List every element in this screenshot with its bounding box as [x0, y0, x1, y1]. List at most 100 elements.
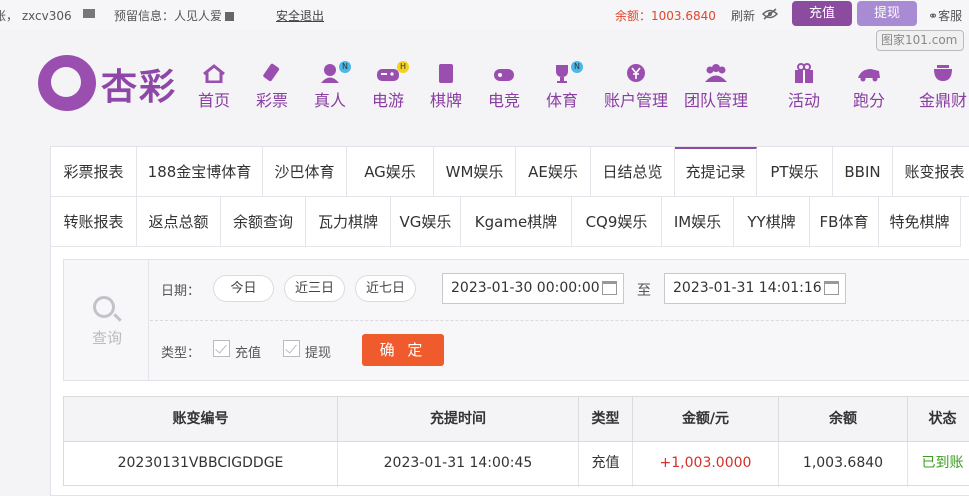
start-date-input[interactable]: 2023-01-30 00:00:00 — [442, 273, 624, 304]
withdraw-checkbox[interactable] — [283, 340, 300, 357]
tab-2-10[interactable]: 特免棋牌 — [879, 197, 961, 247]
end-date-input[interactable]: 2023-01-31 14:01:16 — [664, 273, 846, 304]
nav-label: 跑分 — [852, 91, 885, 110]
tab-2-5[interactable]: Kgame棋牌 — [461, 197, 572, 247]
query-form: 查询 日期： 今日 近三日 近七日 2023-01-30 00:00:00 至 … — [63, 259, 969, 381]
table-cell-balance: 1,003.6840 — [779, 442, 908, 487]
logo-emblem[interactable] — [38, 55, 96, 111]
esports-icon — [494, 69, 514, 81]
nav-label: 棋牌 — [429, 91, 462, 110]
tab-1-9[interactable]: BBIN — [833, 147, 893, 197]
watermark: 图家101.com — [876, 30, 964, 51]
last-3-days-button[interactable]: 近三日 — [284, 275, 345, 302]
tab-1-8[interactable]: PT娱乐 — [757, 147, 833, 197]
tab-1-2[interactable]: 沙巴体育 — [263, 147, 347, 197]
end-date-value: 2023-01-31 14:01:16 — [673, 280, 822, 296]
headset-icon: ⚭ — [928, 9, 939, 23]
reserved-info: 预留信息：人见人爱 — [114, 7, 235, 24]
nav-label: 账户管理 — [603, 91, 668, 110]
column-header: 类型 — [579, 397, 633, 442]
tab-2-2[interactable]: 余额查询 — [221, 197, 306, 247]
withdraw-button[interactable]: 提现 — [857, 1, 917, 26]
gift-icon — [795, 63, 813, 83]
nav-item-9[interactable]: 活动 — [785, 63, 823, 111]
today-button[interactable]: 今日 — [213, 275, 274, 302]
to-label: 至 — [637, 283, 651, 299]
tab-2-8[interactable]: YY棋牌 — [734, 197, 810, 247]
nav-label: 真人 — [313, 91, 346, 110]
query-sidebar[interactable]: 查询 — [64, 260, 149, 380]
nav-item-8[interactable]: 团队管理 — [681, 63, 751, 111]
nav-badge: N — [339, 61, 351, 73]
tab-1-7[interactable]: 充提记录 — [675, 147, 757, 197]
recharge-button[interactable]: 充值 — [792, 1, 852, 26]
query-label: 查询 — [92, 329, 123, 347]
tab-2-1[interactable]: 返点总额 — [137, 197, 221, 247]
nav-item-6[interactable]: 体育 N — [543, 61, 583, 111]
tab-2-9[interactable]: FB体育 — [810, 197, 879, 247]
nav-item-11[interactable]: 金鼎财 — [916, 63, 969, 111]
tab-1-3[interactable]: AG娱乐 — [347, 147, 434, 197]
nav-label: 团队管理 — [683, 91, 748, 110]
team-icon — [705, 64, 727, 82]
tab-1-0[interactable]: 彩票报表 — [51, 147, 137, 197]
tab-2-3[interactable]: 瓦力棋牌 — [306, 197, 391, 247]
edit-icon[interactable] — [225, 12, 235, 21]
tab-1-10[interactable]: 账变报表 — [893, 147, 969, 197]
car-icon — [858, 69, 880, 82]
nav-label: 金鼎财 — [918, 91, 967, 110]
table-cell-id: 20230131VBBCIGDDGE — [64, 442, 338, 487]
nav-item-0[interactable]: 首页 — [195, 63, 233, 111]
nav-item-10[interactable]: 跑分 — [850, 63, 888, 111]
nav-label: 体育 — [545, 91, 578, 110]
tab-1-4[interactable]: WM娱乐 — [434, 147, 516, 197]
nav-item-7[interactable]: 账户管理 — [601, 63, 671, 111]
recharge-checkbox[interactable] — [213, 340, 230, 357]
table-cell-type: 充值 — [579, 442, 633, 487]
search-icon — [93, 296, 115, 318]
logout-link[interactable]: 安全退出 — [276, 7, 324, 24]
top-bar: 账， zxcv306 预留信息：人见人爱 安全退出 余额：1003.6840 刷… — [0, 0, 969, 30]
tab-1-5[interactable]: AE娱乐 — [516, 147, 591, 197]
tab-2-0[interactable]: 转账报表 — [51, 197, 137, 247]
calendar-icon[interactable] — [824, 281, 839, 295]
nav-label: 彩票 — [255, 91, 288, 110]
nav-badge: N — [571, 61, 583, 73]
home-icon — [203, 64, 225, 83]
calendar-icon[interactable] — [602, 281, 617, 295]
nav-item-2[interactable]: 真人 N — [311, 61, 351, 111]
mail-icon[interactable] — [83, 9, 95, 18]
cauldron-icon — [934, 65, 952, 81]
column-header: 金额/元 — [633, 397, 779, 442]
tab-2-7[interactable]: IM娱乐 — [662, 197, 734, 247]
tab-1-6[interactable]: 日结总览 — [591, 147, 675, 197]
nav-label: 活动 — [787, 91, 820, 110]
column-header: 充提时间 — [338, 397, 579, 442]
yen-icon — [627, 64, 645, 82]
nav-item-4[interactable]: 棋牌 — [427, 63, 465, 111]
date-label: 日期： — [161, 284, 201, 299]
nav-item-3[interactable]: 电游 H — [369, 61, 409, 111]
column-header: 账变编号 — [64, 397, 338, 442]
customer-service-link[interactable]: ⚭客服 — [928, 7, 962, 24]
refresh-link[interactable]: 刷新 — [731, 7, 755, 24]
nav-item-1[interactable]: 彩票 — [253, 63, 291, 111]
type-label: 类型： — [161, 346, 201, 361]
tab-2-4[interactable]: VG娱乐 — [391, 197, 461, 247]
nav-label: 电竞 — [487, 91, 520, 110]
start-date-value: 2023-01-30 00:00:00 — [451, 280, 600, 296]
nav-label: 电游 — [371, 91, 404, 110]
balance-text: 余额：1003.6840 — [615, 9, 716, 23]
divider — [150, 320, 969, 321]
tab-2-6[interactable]: CQ9娱乐 — [572, 197, 662, 247]
hide-balance-icon[interactable] — [762, 8, 778, 20]
logo-text[interactable]: 杏彩 — [101, 58, 177, 110]
last-7-days-button[interactable]: 近七日 — [355, 275, 416, 302]
tab-1-1[interactable]: 188金宝博体育 — [137, 147, 263, 197]
withdraw-checkbox-label: 提现 — [305, 346, 332, 361]
nav-item-5[interactable]: 电竞 — [485, 63, 523, 111]
table-cell-time: 2023-01-31 14:00:45 — [338, 442, 579, 487]
confirm-button[interactable]: 确 定 — [362, 334, 444, 366]
user-account: 账， zxcv306 — [0, 9, 72, 23]
recharge-checkbox-label: 充值 — [235, 346, 262, 361]
